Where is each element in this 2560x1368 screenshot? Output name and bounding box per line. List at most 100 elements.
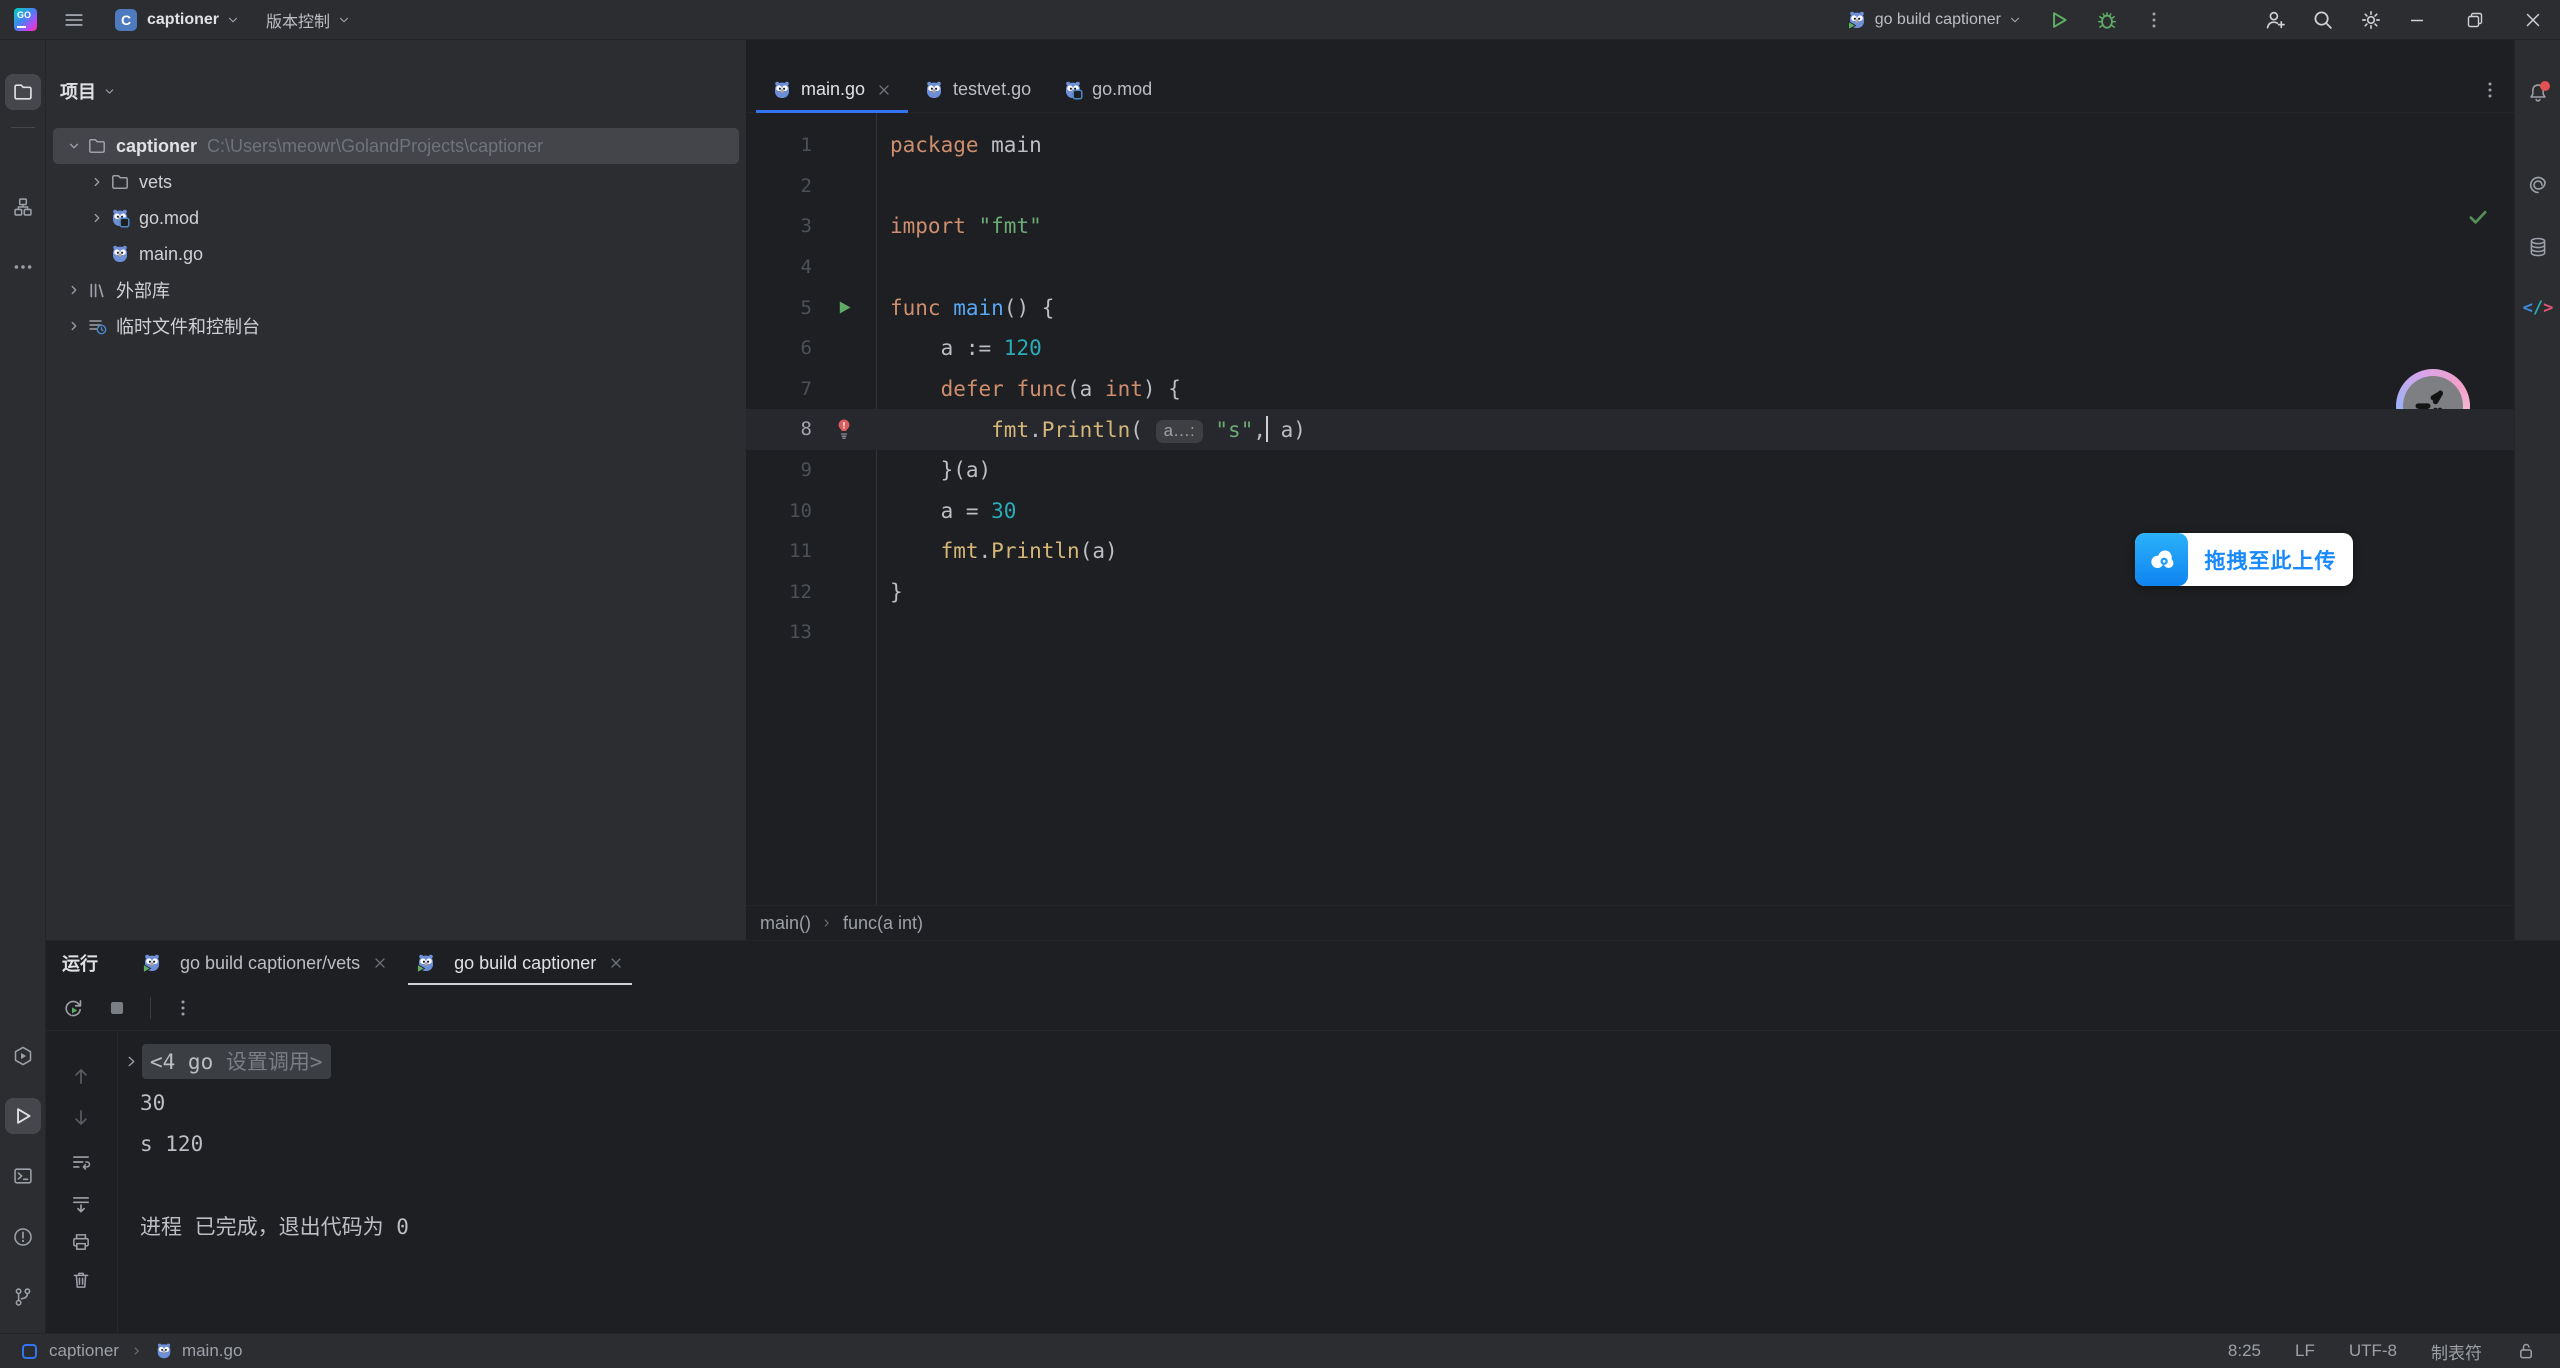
- chevron-down-icon[interactable]: [61, 139, 87, 153]
- code-line-12[interactable]: 12}: [746, 572, 2514, 613]
- chevron-right-icon[interactable]: [61, 283, 87, 297]
- code-with-me-user-add-icon[interactable]: [2264, 9, 2286, 31]
- code-line-10[interactable]: 10 a = 30: [746, 490, 2514, 531]
- editor-tab-go.mod[interactable]: go.mod: [1047, 67, 1168, 112]
- run-configuration-widget[interactable]: go build captioner: [1847, 10, 2022, 30]
- chevron-right-icon[interactable]: [61, 319, 87, 333]
- run-tool-window-button[interactable]: [5, 1098, 41, 1134]
- more-actions-kebab-icon[interactable]: [2144, 10, 2164, 30]
- code-editor[interactable]: 拖拽至此上传 1package main23import "fmt"45func…: [746, 113, 2514, 905]
- notifications-bell-icon[interactable]: [2520, 75, 2556, 111]
- run-line-icon[interactable]: [812, 299, 876, 316]
- code-line-5[interactable]: 5func main() {: [746, 287, 2514, 328]
- services-tool-window-button[interactable]: [5, 1038, 41, 1074]
- stop-button[interactable]: [106, 997, 128, 1019]
- window-minimize-button[interactable]: [2394, 0, 2440, 40]
- run-tab-go build captioner/vets[interactable]: go build captioner/vets: [128, 941, 402, 985]
- breadcrumb-item[interactable]: main(): [760, 913, 811, 934]
- chevron-down-icon[interactable]: [103, 85, 116, 98]
- code-line-13[interactable]: 13: [746, 612, 2514, 653]
- main-menu-hamburger-icon[interactable]: [63, 9, 85, 31]
- code-line-1[interactable]: 1package main: [746, 125, 2514, 166]
- tree-item-外部库[interactable]: 外部库: [53, 272, 739, 308]
- tree-item-captioner-root[interactable]: captionerC:\Users\meowr\GolandProjects\c…: [53, 128, 739, 164]
- folded-command-region[interactable]: <4 go 设置调用>: [142, 1044, 331, 1079]
- token: [1203, 418, 1216, 442]
- chevron-down-icon[interactable]: [226, 13, 240, 27]
- run-config-label: go build captioner: [1875, 11, 2001, 29]
- chevron-right-icon[interactable]: [84, 175, 110, 189]
- scroll-to-end-icon[interactable]: [70, 1193, 92, 1215]
- indent-style[interactable]: 制表符: [2431, 1339, 2482, 1364]
- status-file-name[interactable]: main.go: [182, 1341, 242, 1361]
- tree-item-main.go[interactable]: main.go: [53, 236, 739, 272]
- window-restore-button[interactable]: [2452, 0, 2498, 40]
- editor-tab-main.go[interactable]: main.go: [756, 67, 908, 112]
- unlock-icon[interactable]: [2516, 1341, 2536, 1361]
- line-separator[interactable]: LF: [2295, 1341, 2315, 1361]
- project-icon[interactable]: C: [115, 9, 137, 31]
- code-line-11[interactable]: 11 fmt.Println(a): [746, 531, 2514, 572]
- more-tool-windows-button[interactable]: [5, 249, 41, 285]
- chevron-right-icon[interactable]: [84, 211, 110, 225]
- intention-bulb-icon[interactable]: !: [812, 418, 876, 440]
- run-options-kebab-icon[interactable]: [173, 998, 193, 1018]
- chevron-down-icon[interactable]: [337, 13, 351, 27]
- rerun-button[interactable]: [62, 997, 84, 1019]
- code-line-8[interactable]: 8! fmt.Println( a…: "s", a): [746, 409, 2514, 450]
- tree-item-go.mod[interactable]: go.mod: [53, 200, 739, 236]
- run-tab-go build captioner[interactable]: go build captioner: [402, 941, 638, 985]
- token: ) {: [1143, 377, 1181, 401]
- editor-options-kebab-icon[interactable]: [2480, 80, 2500, 100]
- prev-occurrence-up-icon[interactable]: [70, 1065, 92, 1087]
- caret-position[interactable]: 8:25: [2228, 1341, 2261, 1361]
- debug-button[interactable]: [2096, 9, 2118, 31]
- close-tab-icon[interactable]: [608, 955, 624, 971]
- toolbar-divider: [150, 997, 151, 1019]
- close-tab-icon[interactable]: [372, 955, 388, 971]
- terminal-tool-window-button[interactable]: [5, 1158, 41, 1194]
- next-occurrence-down-icon[interactable]: [70, 1107, 92, 1129]
- database-tool-window-button[interactable]: [2520, 229, 2556, 265]
- soft-wrap-icon[interactable]: [70, 1151, 92, 1173]
- gopher-mod-icon: [110, 208, 130, 228]
- code-line-3[interactable]: 3import "fmt": [746, 206, 2514, 247]
- run-console-output[interactable]: <4 go 设置调用> 30s 120进程 已完成，退出代码为 0: [118, 1031, 2560, 1333]
- ai-assistant-icon[interactable]: [2520, 167, 2556, 203]
- tree-item-label: main.go: [139, 244, 203, 265]
- vcs-widget[interactable]: 版本控制: [266, 8, 330, 32]
- project-widget[interactable]: captioner: [147, 11, 219, 29]
- tree-item-临时文件和控制台[interactable]: 临时文件和控制台: [53, 308, 739, 344]
- git-tool-window-button[interactable]: [5, 1279, 41, 1315]
- structure-tool-window-button[interactable]: [5, 189, 41, 225]
- status-project-name[interactable]: captioner: [49, 1341, 119, 1361]
- breadcrumb-item[interactable]: func(a int): [843, 913, 923, 934]
- code-text: fmt.Println(a): [890, 539, 1118, 563]
- code-line-9[interactable]: 9 }(a): [746, 450, 2514, 491]
- token: [890, 418, 991, 442]
- run-button[interactable]: [2048, 9, 2070, 31]
- endpoints-html-tag-icon[interactable]: </>: [2520, 290, 2556, 326]
- editor-tab-testvet.go[interactable]: testvet.go: [908, 67, 1047, 112]
- run-tool-window-title[interactable]: 运行: [62, 950, 98, 976]
- code-line-7[interactable]: 7 defer func(a int) {: [746, 369, 2514, 410]
- token: import: [890, 214, 966, 238]
- project-panel-title[interactable]: 项目: [60, 78, 96, 104]
- fold-expand-chevron-icon[interactable]: [122, 1054, 140, 1069]
- gopher-file-icon: [155, 1342, 173, 1360]
- search-everywhere-icon[interactable]: [2312, 9, 2334, 31]
- notification-badge: [2540, 81, 2550, 91]
- clear-console-trash-icon[interactable]: [70, 1269, 92, 1291]
- code-line-4[interactable]: 4: [746, 247, 2514, 288]
- close-tab-icon[interactable]: [876, 82, 892, 98]
- project-tool-window-button[interactable]: [5, 74, 41, 110]
- file-encoding[interactable]: UTF-8: [2349, 1341, 2397, 1361]
- tree-item-vets[interactable]: vets: [53, 164, 739, 200]
- code-line-2[interactable]: 2: [746, 166, 2514, 207]
- settings-gear-icon[interactable]: [2360, 9, 2382, 31]
- problems-tool-window-button[interactable]: [5, 1219, 41, 1255]
- print-icon[interactable]: [70, 1231, 92, 1253]
- token: "s": [1215, 418, 1253, 442]
- window-close-button[interactable]: [2510, 0, 2556, 40]
- code-line-6[interactable]: 6 a := 120: [746, 328, 2514, 369]
